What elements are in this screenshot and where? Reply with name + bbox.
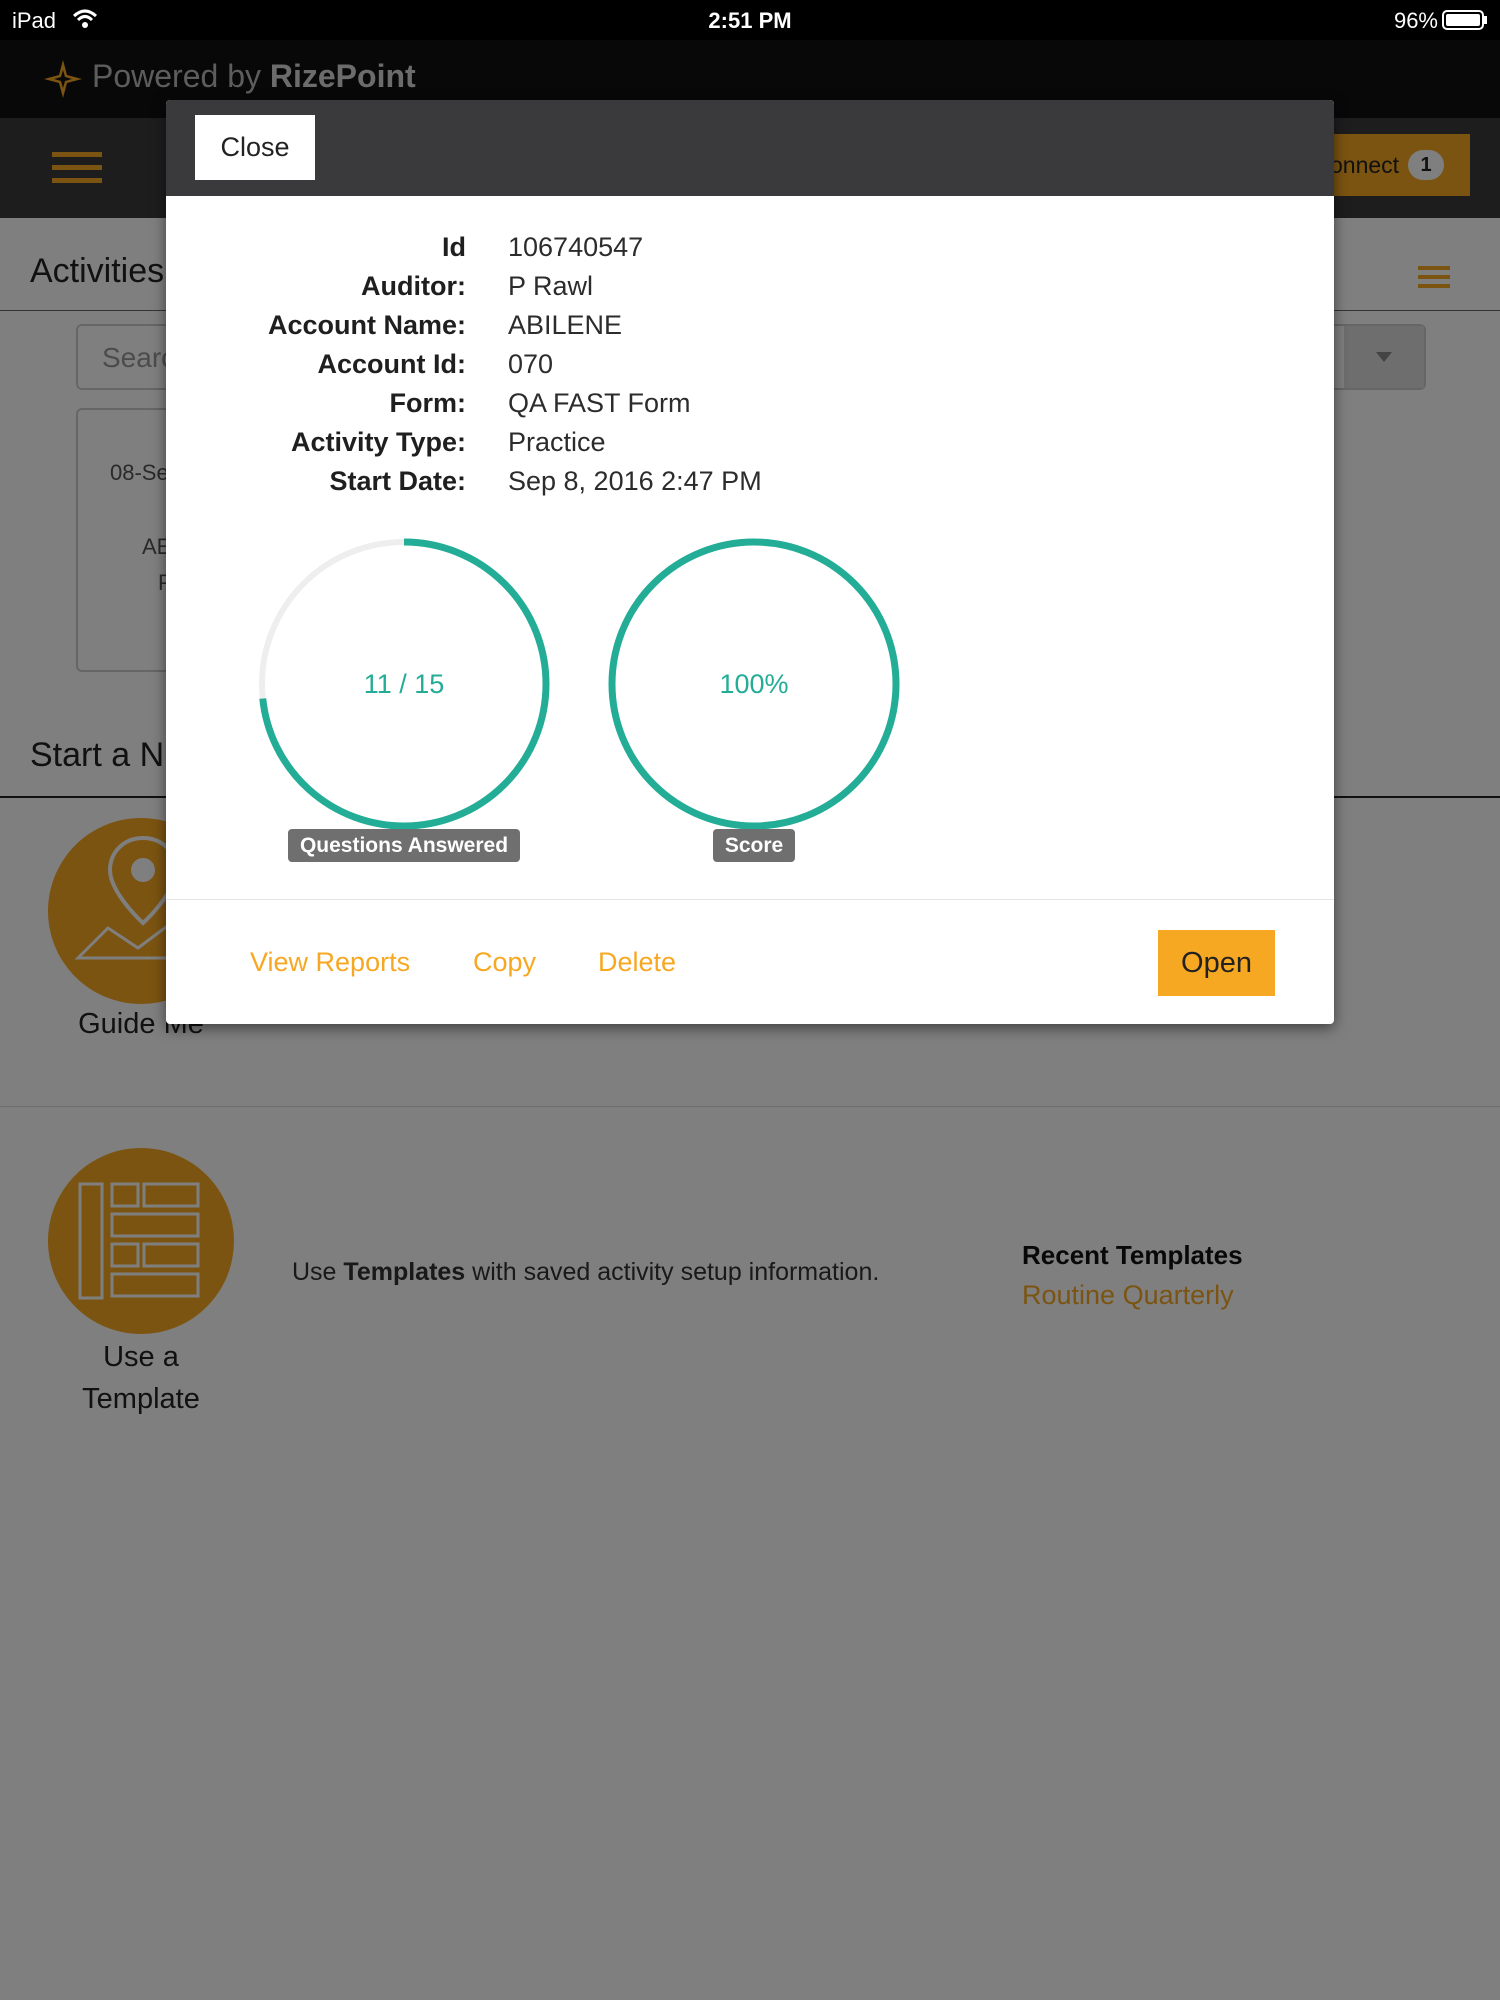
battery-icon bbox=[1442, 10, 1487, 30]
modal-header: Close bbox=[166, 100, 1334, 196]
open-button[interactable]: Open bbox=[1158, 930, 1275, 996]
questions-count: 11 / 15 bbox=[363, 669, 445, 699]
field-label-account-id: Account Id: bbox=[317, 349, 467, 379]
field-value-form: QA FAST Form bbox=[508, 388, 691, 418]
field-value-id: 106740547 bbox=[508, 232, 644, 262]
field-value-account-name: ABILENE bbox=[508, 310, 623, 340]
field-value-start-date: Sep 8, 2016 2:47 PM bbox=[508, 466, 762, 496]
score-badge-wrap: Score bbox=[604, 829, 904, 862]
status-time: 2:51 PM bbox=[708, 8, 792, 33]
field-label-form: Form: bbox=[389, 388, 467, 418]
field-label-id: Id bbox=[442, 232, 466, 262]
activity-details-modal: Close Id 106740547 Auditor: P Rawl Accou… bbox=[166, 100, 1334, 1024]
field-value-account-id: 070 bbox=[508, 349, 554, 379]
field-label-activity-type: Activity Type: bbox=[290, 427, 466, 457]
field-label-account-name: Account Name: bbox=[267, 310, 466, 340]
field-label-auditor: Auditor: bbox=[361, 271, 466, 301]
close-button[interactable]: Close bbox=[195, 115, 315, 180]
score-badge: Score bbox=[712, 829, 796, 862]
view-reports-link[interactable]: View Reports bbox=[250, 947, 410, 978]
modal-footer-divider bbox=[166, 899, 1334, 900]
field-label-start-date: Start Date: bbox=[329, 466, 466, 496]
field-value-activity-type: Practice bbox=[508, 427, 606, 457]
delete-link[interactable]: Delete bbox=[598, 947, 676, 978]
copy-link[interactable]: Copy bbox=[473, 947, 536, 978]
status-bar: iPad 2:51 PM 96% bbox=[0, 0, 1500, 40]
questions-badge-wrap: Questions Answered bbox=[254, 829, 554, 862]
field-value-auditor: P Rawl bbox=[508, 271, 594, 301]
score-value: 100% bbox=[719, 669, 789, 699]
battery-percent: 96% bbox=[1393, 8, 1438, 33]
questions-answered-badge: Questions Answered bbox=[287, 829, 521, 862]
